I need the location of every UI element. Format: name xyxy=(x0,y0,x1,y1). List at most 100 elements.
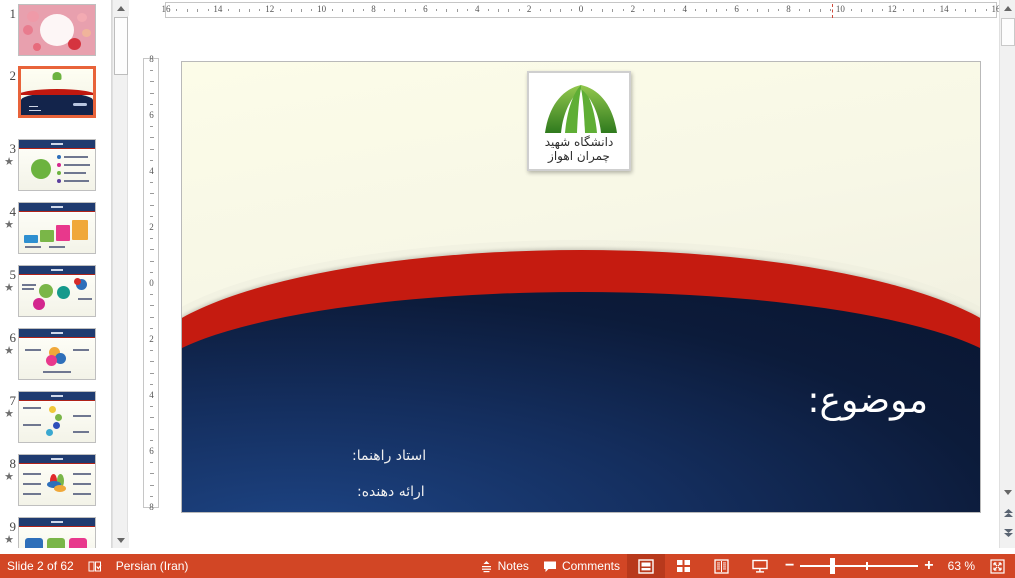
thumbnail-slide-9[interactable]: 9 ★ xyxy=(0,513,111,548)
mini-title-bar xyxy=(19,203,95,212)
thumbnail-image[interactable] xyxy=(18,265,96,317)
slide-thumbnail-pane[interactable]: 1 2 3 ★ 4 ★ 5 ★ 6 ★ 7 ★ 8 ★ 9 ★ xyxy=(0,0,112,548)
thumbnail-image[interactable] xyxy=(18,4,96,56)
notes-button[interactable]: Notes xyxy=(473,554,536,578)
zoom-in-button[interactable]: + xyxy=(918,557,939,575)
mini-bullet xyxy=(57,171,61,175)
mini-text-line xyxy=(73,431,89,433)
slide-show-icon xyxy=(752,559,768,573)
ruler-minor-tick xyxy=(150,148,154,150)
mini-text-line xyxy=(43,371,71,373)
ruler-minor-tick xyxy=(290,9,292,12)
mini-graphic xyxy=(25,538,43,548)
thumbnail-image[interactable] xyxy=(18,517,96,548)
powerpoint-window: 1 2 3 ★ 4 ★ 5 ★ 6 ★ 7 ★ 8 ★ 9 ★ 16 14 12… xyxy=(0,0,1015,578)
ruler-minor-tick xyxy=(435,9,437,11)
current-slide[interactable]: دانشگاه شهید چمران اهواز موضوع: استاد را… xyxy=(181,61,981,513)
reading-view-button[interactable] xyxy=(703,554,741,578)
mini-body xyxy=(19,276,95,316)
scroll-thumb[interactable] xyxy=(1001,18,1015,46)
mini-text-line xyxy=(23,483,41,485)
normal-view-button[interactable] xyxy=(626,554,665,578)
ruler-minor-tick xyxy=(664,9,665,12)
thumbnail-image[interactable] xyxy=(18,66,96,118)
mini-body xyxy=(19,528,95,548)
slide-canvas-area[interactable]: دانشگاه شهید چمران اهواز موضوع: استاد را… xyxy=(160,20,998,548)
thumbnail-slide-4[interactable]: 4 ★ xyxy=(0,198,111,260)
thumbnail-image[interactable] xyxy=(18,454,96,506)
thumbnail-slide-7[interactable]: 7 ★ xyxy=(0,387,111,449)
ruler-tick-label: 8 xyxy=(149,54,154,64)
zoom-slider[interactable] xyxy=(800,554,919,578)
thumbnail-number: 6 xyxy=(9,330,17,345)
mini-text-line xyxy=(23,407,41,409)
thumbnail-image[interactable] xyxy=(18,328,96,380)
slide-sorter-view-button[interactable] xyxy=(665,554,703,578)
mini-title-bar xyxy=(19,140,95,149)
thumbnail-scroll-thumb[interactable] xyxy=(114,17,128,75)
ruler-minor-tick xyxy=(150,92,154,94)
scroll-up-button[interactable] xyxy=(1000,0,1015,16)
flower-shape xyxy=(23,25,33,35)
thumbnail-pane-scrollbar[interactable] xyxy=(112,0,129,548)
slide-counter[interactable]: Slide 2 of 62 xyxy=(0,554,81,578)
ruler-minor-tick xyxy=(881,9,883,11)
slide-show-button[interactable] xyxy=(741,554,779,578)
ruler-tick-label: 2 xyxy=(526,4,532,14)
next-slide-button[interactable] xyxy=(1000,524,1015,541)
ruler-minor-tick xyxy=(653,9,655,12)
ruler-tick-label: 4 xyxy=(149,390,154,400)
thumbnail-scroll-up-button[interactable] xyxy=(113,0,129,16)
mini-subject-text xyxy=(73,103,87,106)
thumbnail-slide-2[interactable]: 2 xyxy=(0,62,111,124)
mini-slide-content xyxy=(19,266,95,316)
ruler-tick-label: 10 xyxy=(317,4,327,14)
ruler-minor-tick xyxy=(150,417,154,419)
fit-to-window-button[interactable] xyxy=(983,554,1015,578)
thumbnail-image[interactable] xyxy=(18,391,96,443)
language-indicator[interactable]: Persian (Iran) xyxy=(109,554,196,578)
scroll-down-button[interactable] xyxy=(1000,484,1015,500)
animation-star-icon: ★ xyxy=(4,345,14,357)
ruler-minor-tick xyxy=(560,9,562,12)
thumbnail-scroll-down-button[interactable] xyxy=(113,532,129,548)
zoom-slider-handle[interactable] xyxy=(830,558,836,574)
ruler-minor-tick xyxy=(404,9,406,12)
thumbnail-image[interactable] xyxy=(18,202,96,254)
ruler-minor-tick xyxy=(591,9,593,11)
thumbnail-slide-3[interactable]: 3 ★ xyxy=(0,135,111,197)
slide-advisor-label[interactable]: استاد راهنما: xyxy=(352,448,426,464)
slide-subject-label[interactable]: موضوع: xyxy=(807,380,928,421)
slide-presenter-label[interactable]: ارائه دهنده: xyxy=(357,484,425,500)
animation-star-icon: ★ xyxy=(4,282,14,294)
ruler-minor-tick xyxy=(622,9,624,11)
mini-text-line xyxy=(25,246,41,248)
notes-icon xyxy=(481,560,491,572)
ruler-minor-tick xyxy=(150,193,154,195)
mini-title-bar xyxy=(19,392,95,401)
thumbnail-slide-8[interactable]: 8 ★ xyxy=(0,450,111,512)
horizontal-ruler[interactable]: 16 14 12 10 8 6 4 2 0 2 4 6 8 10 12 14 16 xyxy=(162,2,1001,18)
mini-text-line xyxy=(64,164,90,166)
ruler-minor-tick xyxy=(643,9,645,11)
vertical-ruler[interactable]: 8 6 4 2 0 2 4 6 8 xyxy=(143,54,159,512)
mini-body xyxy=(19,339,95,379)
slide-view-scrollbar[interactable] xyxy=(999,0,1015,548)
ruler-minor-tick xyxy=(332,9,333,11)
ruler-minor-tick xyxy=(933,9,935,11)
slide-counter-label: Slide 2 of 62 xyxy=(7,559,74,573)
ruler-minor-tick xyxy=(150,305,154,307)
thumbnail-image[interactable] xyxy=(18,139,96,191)
comments-button[interactable]: Comments xyxy=(536,554,627,578)
previous-slide-button[interactable] xyxy=(1000,505,1015,522)
university-logo[interactable]: دانشگاه شهید چمران اهواز xyxy=(527,71,631,171)
zoom-out-button[interactable]: − xyxy=(779,557,800,575)
thumbnail-slide-5[interactable]: 5 ★ xyxy=(0,261,111,323)
animation-star-icon: ★ xyxy=(4,219,14,231)
ruler-minor-tick xyxy=(150,428,154,430)
thumbnail-slide-1[interactable]: 1 xyxy=(0,0,111,62)
proofing-status-button[interactable] xyxy=(81,554,109,578)
thumbnail-slide-6[interactable]: 6 ★ xyxy=(0,324,111,386)
ruler-tick-label: 6 xyxy=(149,446,154,456)
ruler-minor-tick xyxy=(150,372,154,374)
